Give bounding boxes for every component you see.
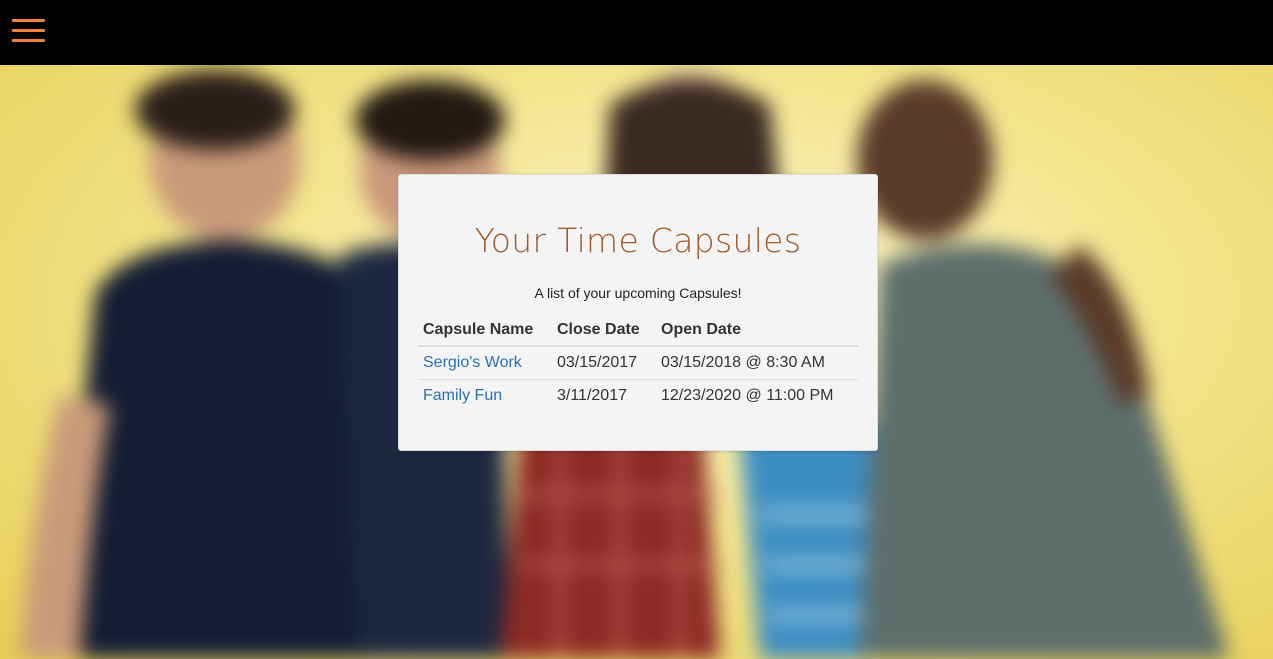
- table-row: Sergio's Work 03/15/2017 03/15/2018 @ 8:…: [418, 346, 858, 380]
- time-capsules-card: Your Time Capsules A list of your upcomi…: [398, 174, 878, 451]
- menu-bar: [12, 39, 45, 42]
- column-header-capsule-name: Capsule Name: [418, 318, 552, 347]
- table-row: Family Fun 3/11/2017 12/23/2020 @ 11:00 …: [418, 379, 858, 413]
- hamburger-menu-icon[interactable]: [12, 19, 46, 43]
- menu-bar: [12, 19, 45, 22]
- capsule-name-cell: Family Fun: [418, 379, 552, 413]
- page-title: Your Time Capsules: [474, 221, 802, 260]
- column-header-close-date: Close Date: [552, 318, 656, 347]
- card-subtitle: A list of your upcoming Capsules!: [534, 285, 742, 301]
- capsule-link[interactable]: Family Fun: [423, 387, 502, 404]
- column-header-open-date: Open Date: [656, 318, 858, 347]
- top-navbar: [0, 0, 1273, 65]
- capsule-name-cell: Sergio's Work: [418, 346, 552, 380]
- open-date-cell: 12/23/2020 @ 11:00 PM: [656, 379, 858, 413]
- open-date-cell: 03/15/2018 @ 8:30 AM: [661, 354, 825, 371]
- capsule-link[interactable]: Sergio's Work: [423, 354, 522, 371]
- menu-bar: [12, 29, 45, 32]
- capsules-table: Capsule Name Close Date Open Date Sergio…: [418, 318, 858, 413]
- close-date-cell: 3/11/2017: [552, 379, 656, 413]
- close-date-cell: 03/15/2017: [557, 354, 638, 371]
- table-header-row: Capsule Name Close Date Open Date: [418, 318, 858, 347]
